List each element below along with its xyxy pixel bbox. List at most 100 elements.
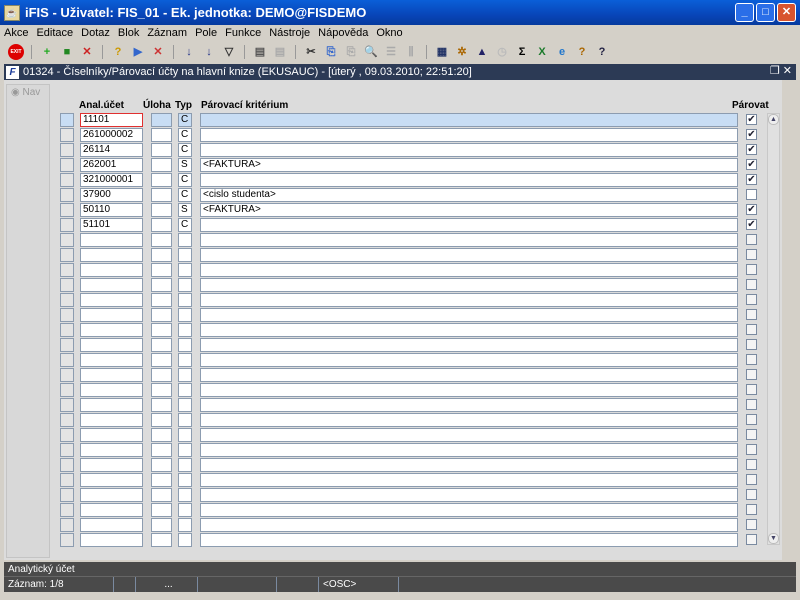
vertical-scrollbar[interactable]: ▲ ▼ (767, 113, 780, 545)
parovat-checkbox[interactable] (746, 309, 757, 320)
form-close-icon[interactable]: ✕ (783, 65, 792, 77)
parovat-checkbox[interactable] (746, 534, 757, 545)
scroll-down-icon[interactable]: ▼ (768, 533, 779, 544)
typ-field[interactable] (178, 413, 192, 427)
anal-ucet-field[interactable] (80, 308, 143, 322)
record-indicator[interactable] (60, 203, 74, 217)
record-indicator[interactable] (60, 383, 74, 397)
uloha-field[interactable] (151, 428, 172, 442)
parovat-checkbox[interactable] (746, 429, 757, 440)
anal-ucet-field[interactable] (80, 533, 143, 547)
anal-ucet-field[interactable] (80, 383, 143, 397)
typ-field[interactable] (178, 368, 192, 382)
parovat-checkbox[interactable] (746, 519, 757, 530)
record-indicator[interactable] (60, 323, 74, 337)
menu-napoveda[interactable]: Nápověda (318, 25, 368, 41)
uloha-field[interactable] (151, 113, 172, 127)
parovaci-kriterium-field[interactable] (200, 293, 738, 307)
parovat-checkbox[interactable] (746, 339, 757, 350)
record-indicator[interactable] (60, 518, 74, 532)
record-indicator[interactable] (60, 353, 74, 367)
parovat-checkbox[interactable] (746, 459, 757, 470)
record-indicator[interactable] (60, 338, 74, 352)
record-indicator[interactable] (60, 218, 74, 232)
close-button[interactable]: ✕ (777, 3, 796, 22)
parovaci-kriterium-field[interactable] (200, 278, 738, 292)
record-indicator[interactable] (60, 473, 74, 487)
typ-field[interactable]: C (178, 113, 192, 127)
sum-icon[interactable]: Σ (514, 44, 530, 60)
anal-ucet-field[interactable] (80, 293, 143, 307)
parovat-checkbox[interactable]: ✔ (746, 204, 757, 215)
menu-okno[interactable]: Okno (376, 25, 402, 41)
uloha-field[interactable] (151, 353, 172, 367)
parovat-checkbox[interactable] (746, 489, 757, 500)
typ-field[interactable] (178, 248, 192, 262)
typ-field[interactable] (178, 488, 192, 502)
anal-ucet-field[interactable]: 51101 (80, 218, 143, 232)
maximize-button[interactable]: □ (756, 3, 775, 22)
anal-ucet-field[interactable] (80, 488, 143, 502)
parovaci-kriterium-field[interactable] (200, 413, 738, 427)
parovat-checkbox[interactable]: ✔ (746, 219, 757, 230)
typ-field[interactable] (178, 428, 192, 442)
uloha-field[interactable] (151, 308, 172, 322)
parovaci-kriterium-field[interactable] (200, 233, 738, 247)
typ-field[interactable] (178, 398, 192, 412)
record-indicator[interactable] (60, 233, 74, 247)
parovaci-kriterium-field[interactable] (200, 113, 738, 127)
anal-ucet-field[interactable] (80, 368, 143, 382)
menu-blok[interactable]: Blok (118, 25, 139, 41)
record-indicator[interactable] (60, 458, 74, 472)
exit-icon[interactable]: EXIT (8, 44, 24, 60)
uloha-field[interactable] (151, 248, 172, 262)
excel-icon[interactable]: X (534, 44, 550, 60)
typ-field[interactable]: S (178, 203, 192, 217)
parovat-checkbox[interactable]: ✔ (746, 159, 757, 170)
cut-icon[interactable]: ✂ (303, 44, 319, 60)
query-icon[interactable]: ? (110, 44, 126, 60)
anal-ucet-field[interactable] (80, 518, 143, 532)
typ-field[interactable]: C (178, 173, 192, 187)
uloha-field[interactable] (151, 293, 172, 307)
parovaci-kriterium-field[interactable] (200, 128, 738, 142)
uloha-field[interactable] (151, 488, 172, 502)
parovat-checkbox[interactable]: ✔ (746, 144, 757, 155)
print-setup-icon[interactable]: ▤ (272, 44, 288, 60)
uloha-field[interactable] (151, 398, 172, 412)
typ-field[interactable] (178, 233, 192, 247)
record-indicator[interactable] (60, 413, 74, 427)
parovat-checkbox[interactable] (746, 504, 757, 515)
parovat-checkbox[interactable]: ✔ (746, 174, 757, 185)
uloha-field[interactable] (151, 233, 172, 247)
parovaci-kriterium-field[interactable] (200, 503, 738, 517)
anal-ucet-field[interactable] (80, 338, 143, 352)
record-indicator[interactable] (60, 158, 74, 172)
uloha-field[interactable] (151, 443, 172, 457)
anal-ucet-field[interactable]: 26114 (80, 143, 143, 157)
wheel-icon[interactable]: ✲ (454, 44, 470, 60)
anal-ucet-field[interactable]: 37900 (80, 188, 143, 202)
uloha-field[interactable] (151, 323, 172, 337)
typ-field[interactable]: S (178, 158, 192, 172)
parovaci-kriterium-field[interactable] (200, 248, 738, 262)
parovat-checkbox[interactable] (746, 474, 757, 485)
print-icon[interactable]: ▤ (252, 44, 268, 60)
anal-ucet-field[interactable] (80, 278, 143, 292)
parovat-checkbox[interactable] (746, 189, 757, 200)
parovat-checkbox[interactable] (746, 384, 757, 395)
anal-ucet-field[interactable] (80, 473, 143, 487)
paste-icon[interactable]: ⎘ (343, 44, 359, 60)
typ-field[interactable] (178, 323, 192, 337)
parovaci-kriterium-field[interactable] (200, 398, 738, 412)
uloha-field[interactable] (151, 203, 172, 217)
typ-field[interactable] (178, 293, 192, 307)
uloha-field[interactable] (151, 383, 172, 397)
cancel-query-icon[interactable]: ✕ (150, 44, 166, 60)
anal-ucet-field[interactable] (80, 443, 143, 457)
typ-field[interactable]: C (178, 188, 192, 202)
uloha-field[interactable] (151, 128, 172, 142)
parovaci-kriterium-field[interactable] (200, 368, 738, 382)
parovaci-kriterium-field[interactable] (200, 323, 738, 337)
anal-ucet-field[interactable] (80, 413, 143, 427)
